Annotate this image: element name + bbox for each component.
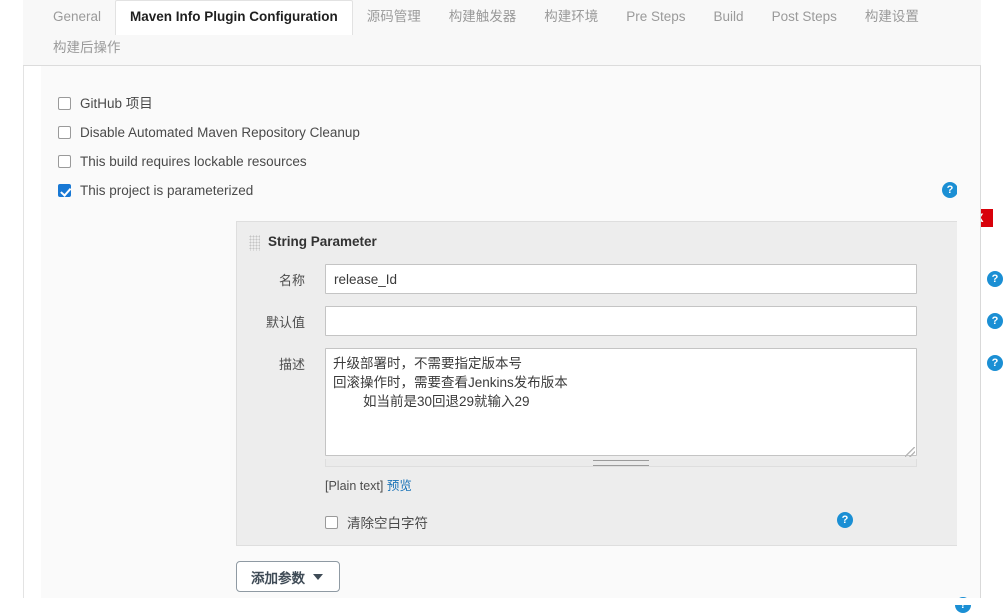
option-label: GitHub 项目 (80, 95, 153, 111)
option-lockable-resources[interactable]: This build requires lockable resources (58, 147, 958, 176)
help-icon-trim-whitespace[interactable]: ? (837, 512, 853, 528)
drag-grip-icon[interactable] (249, 235, 260, 251)
option-disable-automated-maven-repository-cleanup[interactable]: Disable Automated Maven Repository Clean… (58, 118, 958, 147)
string-parameter-header: String Parameter X ? (237, 209, 993, 264)
parameter-default-input[interactable] (325, 306, 917, 336)
tab-row-secondary: 构建后操作 (39, 33, 965, 63)
string-parameter-title: String Parameter (268, 234, 377, 249)
checkbox-project-is-parameterized[interactable] (58, 184, 71, 197)
checkbox-github-project[interactable] (58, 97, 71, 110)
page-bottom-edge (0, 598, 1004, 605)
tab-build-triggers[interactable]: 构建触发器 (435, 0, 531, 33)
description-textarea-wrap (325, 348, 917, 459)
tab-pre-steps[interactable]: Pre Steps (612, 0, 699, 33)
option-project-is-parameterized[interactable]: This project is parameterized ? (58, 176, 958, 205)
help-icon-parameterized[interactable]: ? (942, 182, 958, 198)
parameter-default-label: 默认值 (265, 315, 305, 330)
help-icon-parameter-default[interactable]: ? (987, 313, 1003, 329)
help-icon-parameter-name[interactable]: ? (987, 271, 1003, 287)
parameter-default-row: 默认值 ? (237, 306, 1003, 336)
trim-whitespace-row[interactable]: 清除空白字符 ? (237, 512, 963, 532)
config-form-area: GitHub 项目 Disable Automated Maven Reposi… (41, 66, 1003, 605)
string-parameter-panel: String Parameter X ? 名称 ? 默认值 (236, 209, 1003, 546)
project-options-list: GitHub 项目 Disable Automated Maven Reposi… (58, 89, 958, 205)
option-github-project[interactable]: GitHub 项目 (58, 89, 958, 118)
tab-row-primary: General Maven Info Plugin Configuration … (39, 0, 965, 35)
parameter-name-control: ? (305, 264, 1003, 294)
option-label: This project is parameterized (80, 182, 254, 198)
tab-build-settings[interactable]: 构建设置 (851, 0, 933, 33)
preview-link[interactable]: 预览 (387, 479, 412, 493)
parameter-description-row: 描述 [Plain text] 预览 ? (237, 348, 1003, 494)
chevron-down-icon (313, 573, 323, 580)
tab-general[interactable]: General (39, 0, 115, 33)
trim-whitespace-label: 清除空白字符 (347, 516, 428, 531)
tab-source-code-management[interactable]: 源码管理 (353, 0, 435, 33)
tab-build[interactable]: Build (700, 0, 758, 33)
checkbox-trim-whitespace[interactable] (325, 515, 338, 529)
jenkins-job-config-page: General Maven Info Plugin Configuration … (0, 0, 1004, 613)
add-parameter-button[interactable]: 添加参数 (236, 561, 340, 592)
parameter-description-control: [Plain text] 预览 ? (305, 348, 1003, 494)
config-body: GitHub 项目 Disable Automated Maven Reposi… (23, 66, 1003, 605)
parameter-name-row: 名称 ? (237, 264, 1003, 294)
parameter-description-label: 描述 (278, 357, 305, 372)
parameter-default-control: ? (305, 306, 1003, 336)
help-icon-parameter-description[interactable]: ? (987, 355, 1003, 371)
tab-build-environment[interactable]: 构建环境 (530, 0, 612, 33)
checkbox-disable-maven-cleanup[interactable] (58, 126, 71, 139)
right-gutter (957, 66, 981, 605)
add-parameter-label: 添加参数 (251, 570, 305, 586)
parameter-definitions-area: String Parameter X ? 名称 ? 默认值 (236, 209, 1003, 592)
option-label: This build requires lockable resources (80, 153, 307, 169)
parameter-name-label: 名称 (278, 273, 305, 288)
checkbox-lockable-resources[interactable] (58, 155, 71, 168)
textarea-drag-bar[interactable] (325, 459, 917, 467)
tab-post-build-actions[interactable]: 构建后操作 (39, 33, 135, 66)
plain-text-label: [Plain text] (325, 479, 384, 493)
config-tab-bar: General Maven Info Plugin Configuration … (23, 0, 981, 66)
tab-maven-info-plugin-configuration[interactable]: Maven Info Plugin Configuration (115, 0, 353, 35)
tab-post-steps[interactable]: Post Steps (758, 0, 851, 33)
plain-text-row: [Plain text] 预览 (325, 467, 963, 494)
option-label: Disable Automated Maven Repository Clean… (80, 124, 360, 140)
parameter-name-input[interactable] (325, 264, 917, 294)
parameter-description-textarea[interactable] (325, 348, 917, 456)
